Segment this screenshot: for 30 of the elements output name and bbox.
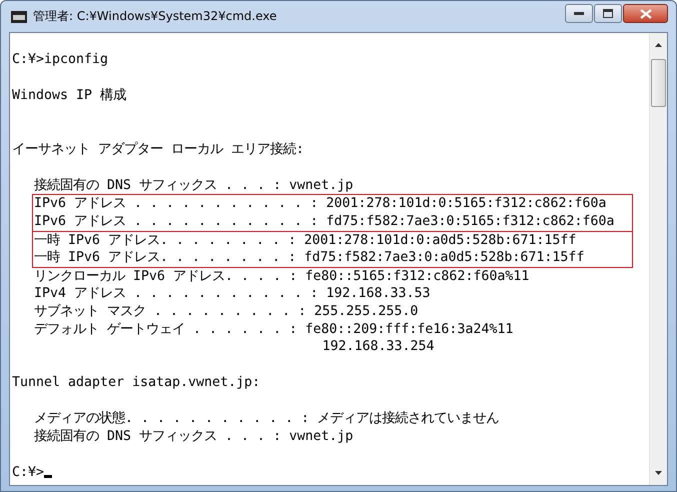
scrollbar[interactable] <box>649 33 667 485</box>
maximize-icon <box>603 9 613 18</box>
console-line: イーサネット アダプター ローカル エリア接続: <box>12 142 304 157</box>
down-arrow-icon[interactable] <box>655 471 662 475</box>
window-title: 管理者: C:¥Windows¥System32¥cmd.exe <box>33 8 277 25</box>
console-line: メディアの状態. . . . . . . . . . . : メディアは接続されていません <box>34 411 500 426</box>
console-line: 接続固有の DNS サフィックス . . . : vwnet.jp <box>34 178 354 193</box>
console-icon <box>11 10 27 22</box>
console-line: デフォルト ゲートウェイ . . . . . . : fe80::209:fff:fe16:3a24%11 <box>34 322 514 336</box>
console-line: IPv4 アドレス . . . . . . . . . . . : 192.168.33.53 <box>34 286 430 302</box>
console-line: Tunnel adapter isatap.vwnet.jp: <box>12 375 260 390</box>
console-line: 一時 IPv6 アドレス. . . . . . . . : 2001:278:101d:0:a0d5:528b:671:15ff <box>34 232 576 248</box>
console-line: リンクローカル IPv6 アドレス. . . . : fe80::5165:f312:c862:f60a%11 <box>34 268 530 284</box>
scroll-thumb[interactable] <box>651 59 666 107</box>
text-cursor <box>44 475 52 478</box>
close-icon <box>640 8 652 18</box>
up-arrow-icon[interactable] <box>655 43 662 47</box>
minimize-icon <box>574 12 584 16</box>
console-line: 接続固有の DNS サフィックス . . . : vwnet.jp <box>34 429 354 444</box>
console-line: Windows IP 構成 <box>12 88 126 103</box>
console-line: サブネット マスク . . . . . . . . . : 255.255.255.0 <box>34 304 418 319</box>
close-button[interactable] <box>623 4 668 23</box>
maximize-button[interactable] <box>594 4 622 23</box>
minimize-button[interactable] <box>565 4 593 23</box>
console-line: 一時 IPv6 アドレス. . . . . . . . : fd75:f582:7ae3:0:a0d5:528b:671:15ff <box>34 250 584 266</box>
console-line: C:¥> <box>12 465 44 480</box>
console-line: IPv6 アドレス . . . . . . . . . . . : 2001:278:101d:0:5165:f312:c862:f60a <box>34 196 606 212</box>
console-line: C:¥>ipconfig <box>12 52 108 67</box>
console-line: IPv6 アドレス . . . . . . . . . . . : fd75:f582:7ae3:0:5165:f312:c862:f60a <box>34 214 614 229</box>
console-line: 192.168.33.254 <box>321 339 434 354</box>
